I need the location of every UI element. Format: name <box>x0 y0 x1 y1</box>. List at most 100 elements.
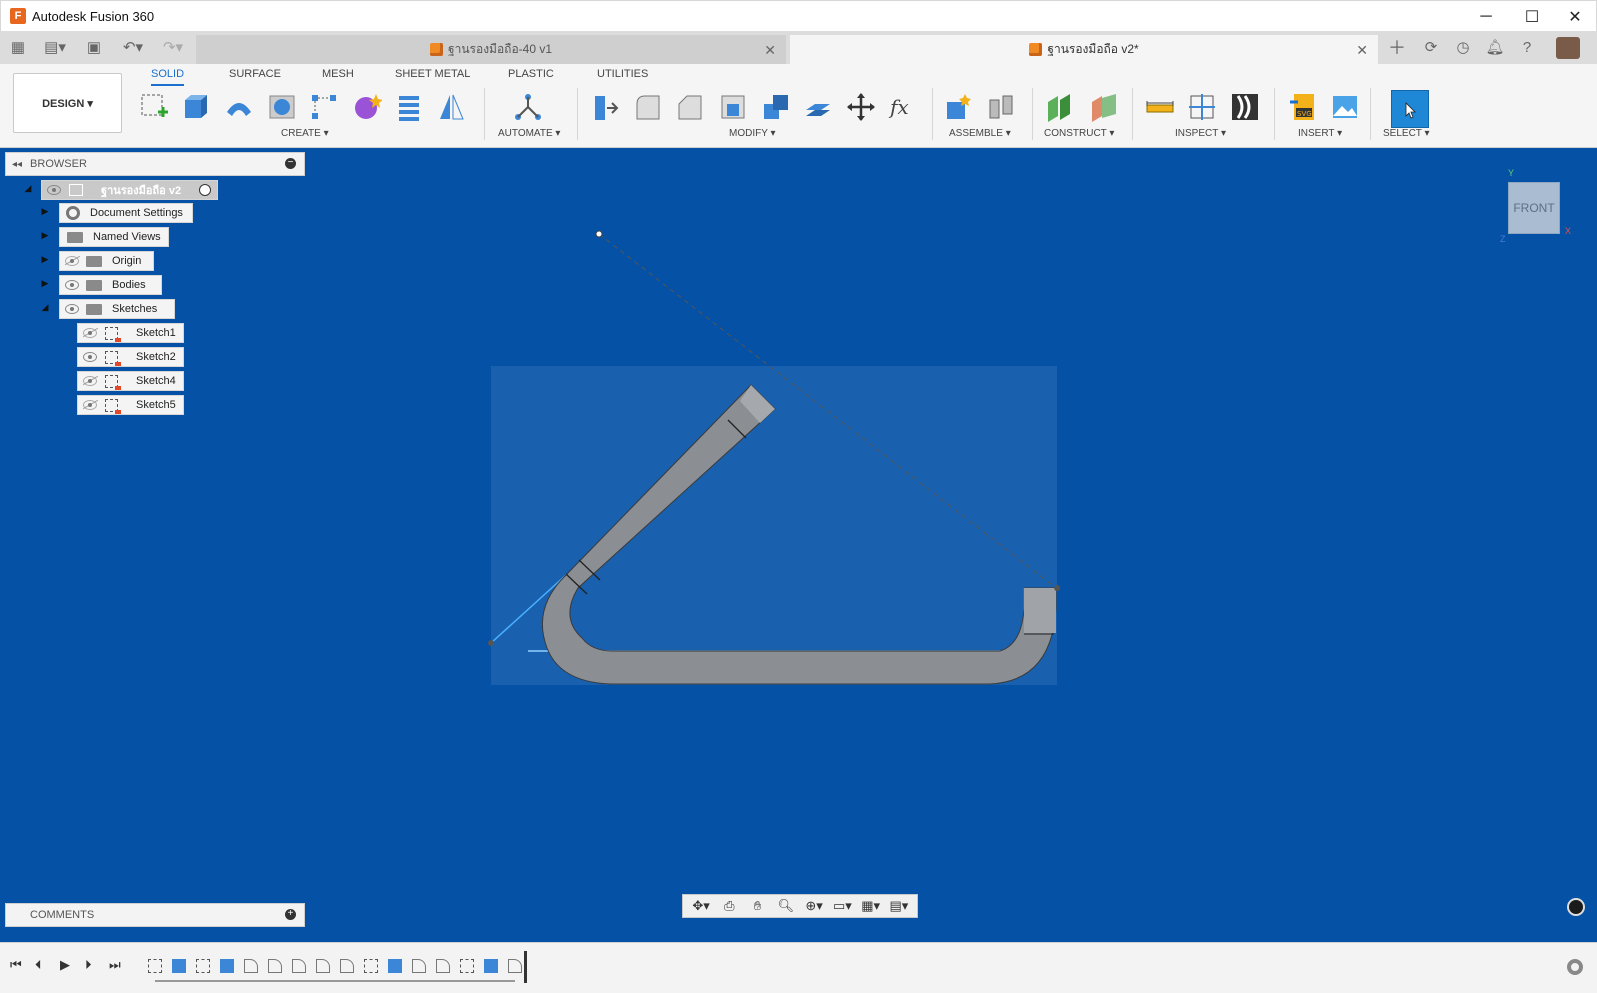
tab-solid[interactable]: SOLID <box>151 68 185 86</box>
assemble-menu[interactable]: ASSEMBLE ▾ <box>949 128 1011 139</box>
save-icon[interactable]: ▣ <box>84 37 104 57</box>
browser-panel-header[interactable]: ◂◂ BROWSER − <box>5 152 305 176</box>
tab-sheet-metal[interactable]: SHEET METAL <box>395 68 470 86</box>
automate-menu[interactable]: AUTOMATE ▾ <box>498 128 560 139</box>
combine-icon[interactable] <box>759 90 793 124</box>
inspect-menu[interactable]: INSPECT ▾ <box>1175 128 1226 139</box>
expand-arrow-icon[interactable]: ▶ <box>39 277 51 289</box>
timeline-fillet-feature[interactable] <box>412 959 426 973</box>
timeline-fillet-feature[interactable] <box>436 959 450 973</box>
modify-menu[interactable]: MODIFY ▾ <box>729 128 776 139</box>
look-at-icon[interactable]: ⎙ <box>717 898 741 914</box>
hole-icon[interactable] <box>265 90 299 124</box>
help-icon[interactable]: ? <box>1516 37 1538 57</box>
expand-arrow-icon[interactable]: ▶ <box>39 229 51 241</box>
hidden-eye-icon[interactable] <box>83 376 97 386</box>
extrude-icon[interactable] <box>179 90 213 124</box>
tab-mesh[interactable]: MESH <box>322 68 354 86</box>
tab-close-icon[interactable]: ✕ <box>1356 42 1368 59</box>
expand-arrow-icon[interactable]: ▶ <box>39 253 51 265</box>
notifications-icon[interactable]: 🔔︎ <box>1484 37 1506 57</box>
timeline-extrude-feature[interactable] <box>388 959 402 973</box>
coil-icon[interactable] <box>392 90 426 124</box>
tab-plastic[interactable]: PLASTIC <box>508 68 554 86</box>
zebra-analysis-icon[interactable] <box>1228 90 1262 124</box>
model-scene[interactable] <box>0 148 1597 942</box>
timeline-fillet-feature[interactable] <box>268 959 282 973</box>
hidden-eye-icon[interactable] <box>65 256 79 266</box>
browser-item-sketch2[interactable]: Sketch2 <box>77 347 184 367</box>
timeline-fillet-feature[interactable] <box>508 959 522 973</box>
timeline-sketch-feature[interactable] <box>364 959 378 973</box>
tab-close-icon[interactable]: ✕ <box>764 42 776 59</box>
construct-menu[interactable]: CONSTRUCT ▾ <box>1044 128 1114 139</box>
collapse-panel-icon[interactable]: ◂◂ <box>12 159 22 170</box>
go-to-start-icon[interactable]: ⏮ <box>10 957 22 973</box>
browser-item-named-views[interactable]: Named Views <box>59 227 169 247</box>
timeline-sketch-feature[interactable] <box>460 959 474 973</box>
timeline-track[interactable] <box>155 980 515 982</box>
extensions-icon[interactable]: ⟳ <box>1420 37 1442 57</box>
insert-canvas-icon[interactable] <box>1328 90 1362 124</box>
pattern-icon[interactable] <box>307 90 341 124</box>
tab-utilities[interactable]: UTILITIES <box>597 68 648 86</box>
browser-item-origin[interactable]: Origin <box>59 251 154 271</box>
create-menu[interactable]: CREATE ▾ <box>281 128 329 139</box>
zoom-icon[interactable]: 🔍︎ <box>774 898 798 914</box>
select-tool-icon[interactable] <box>1391 90 1429 128</box>
measure-icon[interactable] <box>1143 90 1177 124</box>
visibility-eye-icon[interactable] <box>65 280 79 290</box>
browser-item-sketch4[interactable]: Sketch4 <box>77 371 184 391</box>
browser-item-sketches[interactable]: Sketches <box>59 299 175 319</box>
timeline-extrude-feature[interactable] <box>484 959 498 973</box>
close-button[interactable]: ✕ <box>1552 1 1597 32</box>
hidden-eye-icon[interactable] <box>83 400 97 410</box>
collapse-arrow-icon[interactable]: ◢ <box>22 182 34 194</box>
go-to-end-icon[interactable]: ⏭ <box>109 957 121 973</box>
timeline-sketch-feature[interactable] <box>148 959 162 973</box>
offset-plane-icon[interactable] <box>1042 90 1076 124</box>
maximize-button[interactable]: ☐ <box>1509 1 1555 32</box>
comments-panel-header[interactable]: COMMENTS + <box>5 903 305 927</box>
chamfer-icon[interactable] <box>673 90 707 124</box>
grid-settings-icon[interactable]: ▦▾ <box>859 898 883 914</box>
plane-at-angle-icon[interactable] <box>1086 90 1120 124</box>
browser-item-bodies[interactable]: Bodies <box>59 275 162 295</box>
visibility-eye-icon[interactable] <box>83 352 97 362</box>
select-menu[interactable]: SELECT ▾ <box>1383 128 1430 139</box>
create-form-icon[interactable] <box>350 90 384 124</box>
fit-icon[interactable]: ⊕▾ <box>802 898 826 914</box>
document-tab[interactable]: ฐานรองมือถือ-40 v1 ✕ <box>196 35 786 64</box>
press-pull-icon[interactable] <box>588 90 622 124</box>
canvas-viewport[interactable]: ◂◂ BROWSER − ◢ ฐานรองมือถือ v2 ▶ Documen… <box>0 148 1597 942</box>
insert-svg-icon[interactable]: SVG <box>1286 90 1320 124</box>
visibility-eye-icon[interactable] <box>65 304 79 314</box>
undo-icon[interactable]: ↶▾ <box>118 37 148 57</box>
minimize-button[interactable]: ─ <box>1463 1 1509 32</box>
shell-icon[interactable] <box>716 90 750 124</box>
create-sketch-icon[interactable] <box>137 90 171 124</box>
offset-face-icon[interactable] <box>801 90 835 124</box>
hidden-eye-icon[interactable] <box>83 328 97 338</box>
tab-surface[interactable]: SURFACE <box>229 68 281 86</box>
timeline-extrude-feature[interactable] <box>172 959 186 973</box>
timeline-settings-gear-icon[interactable] <box>1567 959 1583 975</box>
redo-icon[interactable]: ↷▾ <box>158 37 188 57</box>
viewports-icon[interactable]: ▤▾ <box>887 898 911 914</box>
collapse-arrow-icon[interactable]: ◢ <box>39 301 51 313</box>
play-icon[interactable]: ▶ <box>60 957 70 973</box>
timeline-fillet-feature[interactable] <box>244 959 258 973</box>
user-avatar[interactable] <box>1556 37 1580 59</box>
browser-item-sketch1[interactable]: Sketch1 <box>77 323 184 343</box>
parameters-fx-icon[interactable]: fx <box>886 90 920 124</box>
timeline-fillet-feature[interactable] <box>292 959 306 973</box>
workspace-switcher-button[interactable]: DESIGN ▾ <box>13 73 122 133</box>
add-comment-icon[interactable]: + <box>285 909 296 920</box>
move-copy-icon[interactable] <box>844 90 878 124</box>
automate-icon[interactable] <box>511 90 545 124</box>
timeline-extrude-feature[interactable] <box>220 959 234 973</box>
display-settings-icon[interactable]: ▭▾ <box>830 898 854 914</box>
visibility-eye-icon[interactable] <box>47 185 61 195</box>
timeline-fillet-feature[interactable] <box>340 959 354 973</box>
timeline-marker[interactable] <box>524 951 527 983</box>
